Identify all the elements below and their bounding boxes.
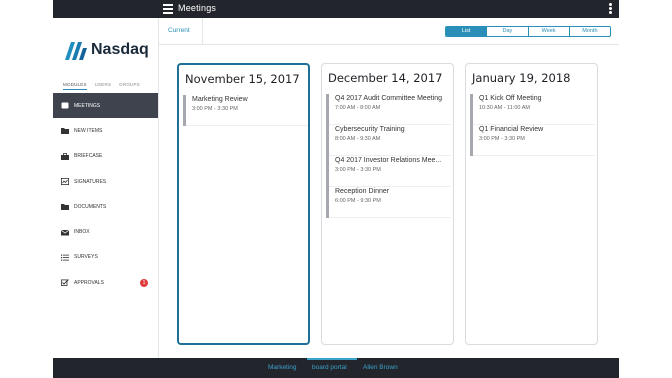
nasdaq-logo-mark-icon [65, 42, 87, 60]
sidebar-divider [158, 18, 159, 358]
checkbox-icon [61, 279, 69, 287]
header-divider [202, 18, 203, 45]
event-list: Q1 Kick Off Meeting 10:30 AM - 11:00 AM … [470, 94, 595, 156]
approvals-count-badge: 1 [140, 279, 148, 288]
meeting-title: Q1 Financial Review [479, 126, 544, 133]
tab-current[interactable]: Current [168, 27, 190, 34]
sidebar-item-label: INBOX [74, 229, 90, 236]
meeting-event[interactable]: Reception Dinner 6:00 PM - 9:30 PM [326, 187, 451, 218]
logo-text: Nasdaq [91, 41, 149, 58]
meeting-title: Reception Dinner [335, 188, 390, 195]
sidebar-item-surveys[interactable]: SURVEYS [53, 245, 158, 270]
sidebar-item-inbox[interactable]: INBOX [53, 219, 158, 244]
date-column[interactable]: January 19, 2018 Q1 Kick Off Meeting 10:… [465, 63, 598, 345]
list-icon [61, 254, 69, 261]
meeting-title: Marketing Review [192, 96, 248, 103]
view-month-button[interactable]: Month [568, 27, 610, 36]
meeting-event[interactable]: Q4 2017 Audit Committee Meeting 7:00 AM … [326, 94, 451, 125]
view-switcher: List Day Week Month [445, 26, 611, 37]
footer-link-user[interactable]: Allen Brown [363, 364, 398, 371]
meeting-event[interactable]: Q1 Financial Review 3:00 PM - 3:30 PM [470, 125, 595, 156]
hamburger-menu-icon[interactable] [163, 4, 173, 14]
view-week-button[interactable]: Week [527, 27, 569, 36]
more-options-icon[interactable] [609, 3, 613, 15]
sidebar-item-signatures[interactable]: SIGNATURES [53, 169, 158, 194]
subtab-modules[interactable]: MODULES [63, 82, 87, 90]
list-item: Cybersecurity Training 8:00 AM - 9:30 AM [326, 125, 451, 156]
app-window: Meetings Nasdaq MODULES USERS GROUPS MEE… [53, 0, 619, 378]
meeting-title: Q1 Kick Off Meeting [479, 95, 542, 102]
meeting-event[interactable]: Marketing Review 3:00 PM - 3:30 PM [183, 95, 308, 126]
sidebar-item-label: NEW ITEMS [74, 127, 103, 134]
meeting-time: 3:00 PM - 3:30 PM [479, 136, 525, 142]
meeting-time: 8:00 AM - 9:30 AM [335, 136, 381, 142]
footer-link-board-portal[interactable]: board portal [312, 364, 347, 371]
event-list: Q4 2017 Audit Committee Meeting 7:00 AM … [326, 94, 451, 218]
subtab-groups[interactable]: GROUPS [119, 82, 140, 90]
folder-icon [61, 127, 69, 135]
active-link-indicator [307, 358, 357, 360]
date-column-title: November 15, 2017 [185, 72, 300, 86]
page-title: Meetings [178, 3, 217, 13]
sidebar-item-documents[interactable]: DOCUMENTS [53, 194, 158, 219]
meeting-event[interactable]: Cybersecurity Training 8:00 AM - 9:30 AM [326, 125, 451, 156]
meeting-event[interactable]: Q4 2017 Investor Relations Mee... 3:00 P… [326, 156, 451, 187]
list-item: Marketing Review 3:00 PM - 3:30 PM [183, 95, 308, 126]
sidebar-item-label: MEETINGS [74, 102, 101, 109]
list-item: Q1 Kick Off Meeting 10:30 AM - 11:00 AM [470, 94, 595, 125]
top-bar: Meetings [53, 0, 619, 18]
list-item: Q4 2017 Audit Committee Meeting 7:00 AM … [326, 94, 451, 125]
meetings-icon [61, 102, 69, 109]
sidebar-item-briefcase[interactable]: BRIEFCASE [53, 144, 158, 169]
meeting-title: Cybersecurity Training [335, 126, 405, 133]
footer-link-marketing[interactable]: Marketing [268, 364, 297, 371]
meeting-title: Q4 2017 Investor Relations Mee... [335, 157, 442, 164]
list-item: Q4 2017 Investor Relations Mee... 3:00 P… [326, 156, 451, 187]
event-list: Marketing Review 3:00 PM - 3:30 PM [183, 95, 308, 126]
sidebar-item-label: SURVEYS [74, 254, 98, 261]
folder-icon [61, 203, 69, 211]
date-column-title: January 19, 2018 [472, 71, 571, 85]
meeting-time: 7:00 AM - 8:00 AM [335, 105, 381, 111]
nasdaq-logo: Nasdaq [63, 38, 153, 64]
sidebar-subtabs: MODULES USERS GROUPS [63, 82, 153, 90]
meeting-time: 3:00 PM - 3:30 PM [335, 167, 381, 173]
sidebar-item-meetings[interactable]: MEETINGS [53, 93, 158, 119]
sidebar: Nasdaq MODULES USERS GROUPS MEETINGS NEW… [53, 18, 158, 358]
sidebar-item-label: DOCUMENTS [74, 203, 107, 210]
meeting-time: 3:00 PM - 3:30 PM [192, 106, 238, 112]
sidebar-nav: MEETINGS NEW ITEMS BRIEFCASE SIGNATURES [53, 93, 158, 295]
subtab-users[interactable]: USERS [95, 82, 112, 90]
list-item: Q1 Financial Review 3:00 PM - 3:30 PM [470, 125, 595, 156]
bottom-bar: Marketing board portal Allen Brown [53, 358, 619, 378]
meeting-event[interactable]: Q1 Kick Off Meeting 10:30 AM - 11:00 AM [470, 94, 595, 125]
envelope-icon [61, 229, 69, 236]
meetings-header: Current List Day Week Month [159, 18, 619, 45]
date-column-title: December 14, 2017 [328, 71, 443, 85]
view-list-button[interactable]: List [446, 27, 487, 36]
list-item: Reception Dinner 6:00 PM - 9:30 PM [326, 187, 451, 218]
signature-icon [61, 178, 69, 186]
meeting-time: 6:00 PM - 9:30 PM [335, 198, 381, 204]
sidebar-item-label: APPROVALS [74, 279, 104, 286]
meeting-title: Q4 2017 Audit Committee Meeting [335, 95, 443, 102]
sidebar-item-new-items[interactable]: NEW ITEMS [53, 118, 158, 143]
sidebar-item-approvals[interactable]: APPROVALS 1 [53, 270, 158, 295]
meeting-time: 10:30 AM - 11:00 AM [479, 105, 530, 111]
briefcase-icon [61, 152, 69, 160]
view-day-button[interactable]: Day [486, 27, 527, 36]
sidebar-item-label: BRIEFCASE [74, 153, 103, 160]
date-column[interactable]: November 15, 2017 Marketing Review 3:00 … [177, 63, 310, 345]
date-column[interactable]: December 14, 2017 Q4 2017 Audit Committe… [321, 63, 454, 345]
sidebar-item-label: SIGNATURES [74, 178, 107, 185]
